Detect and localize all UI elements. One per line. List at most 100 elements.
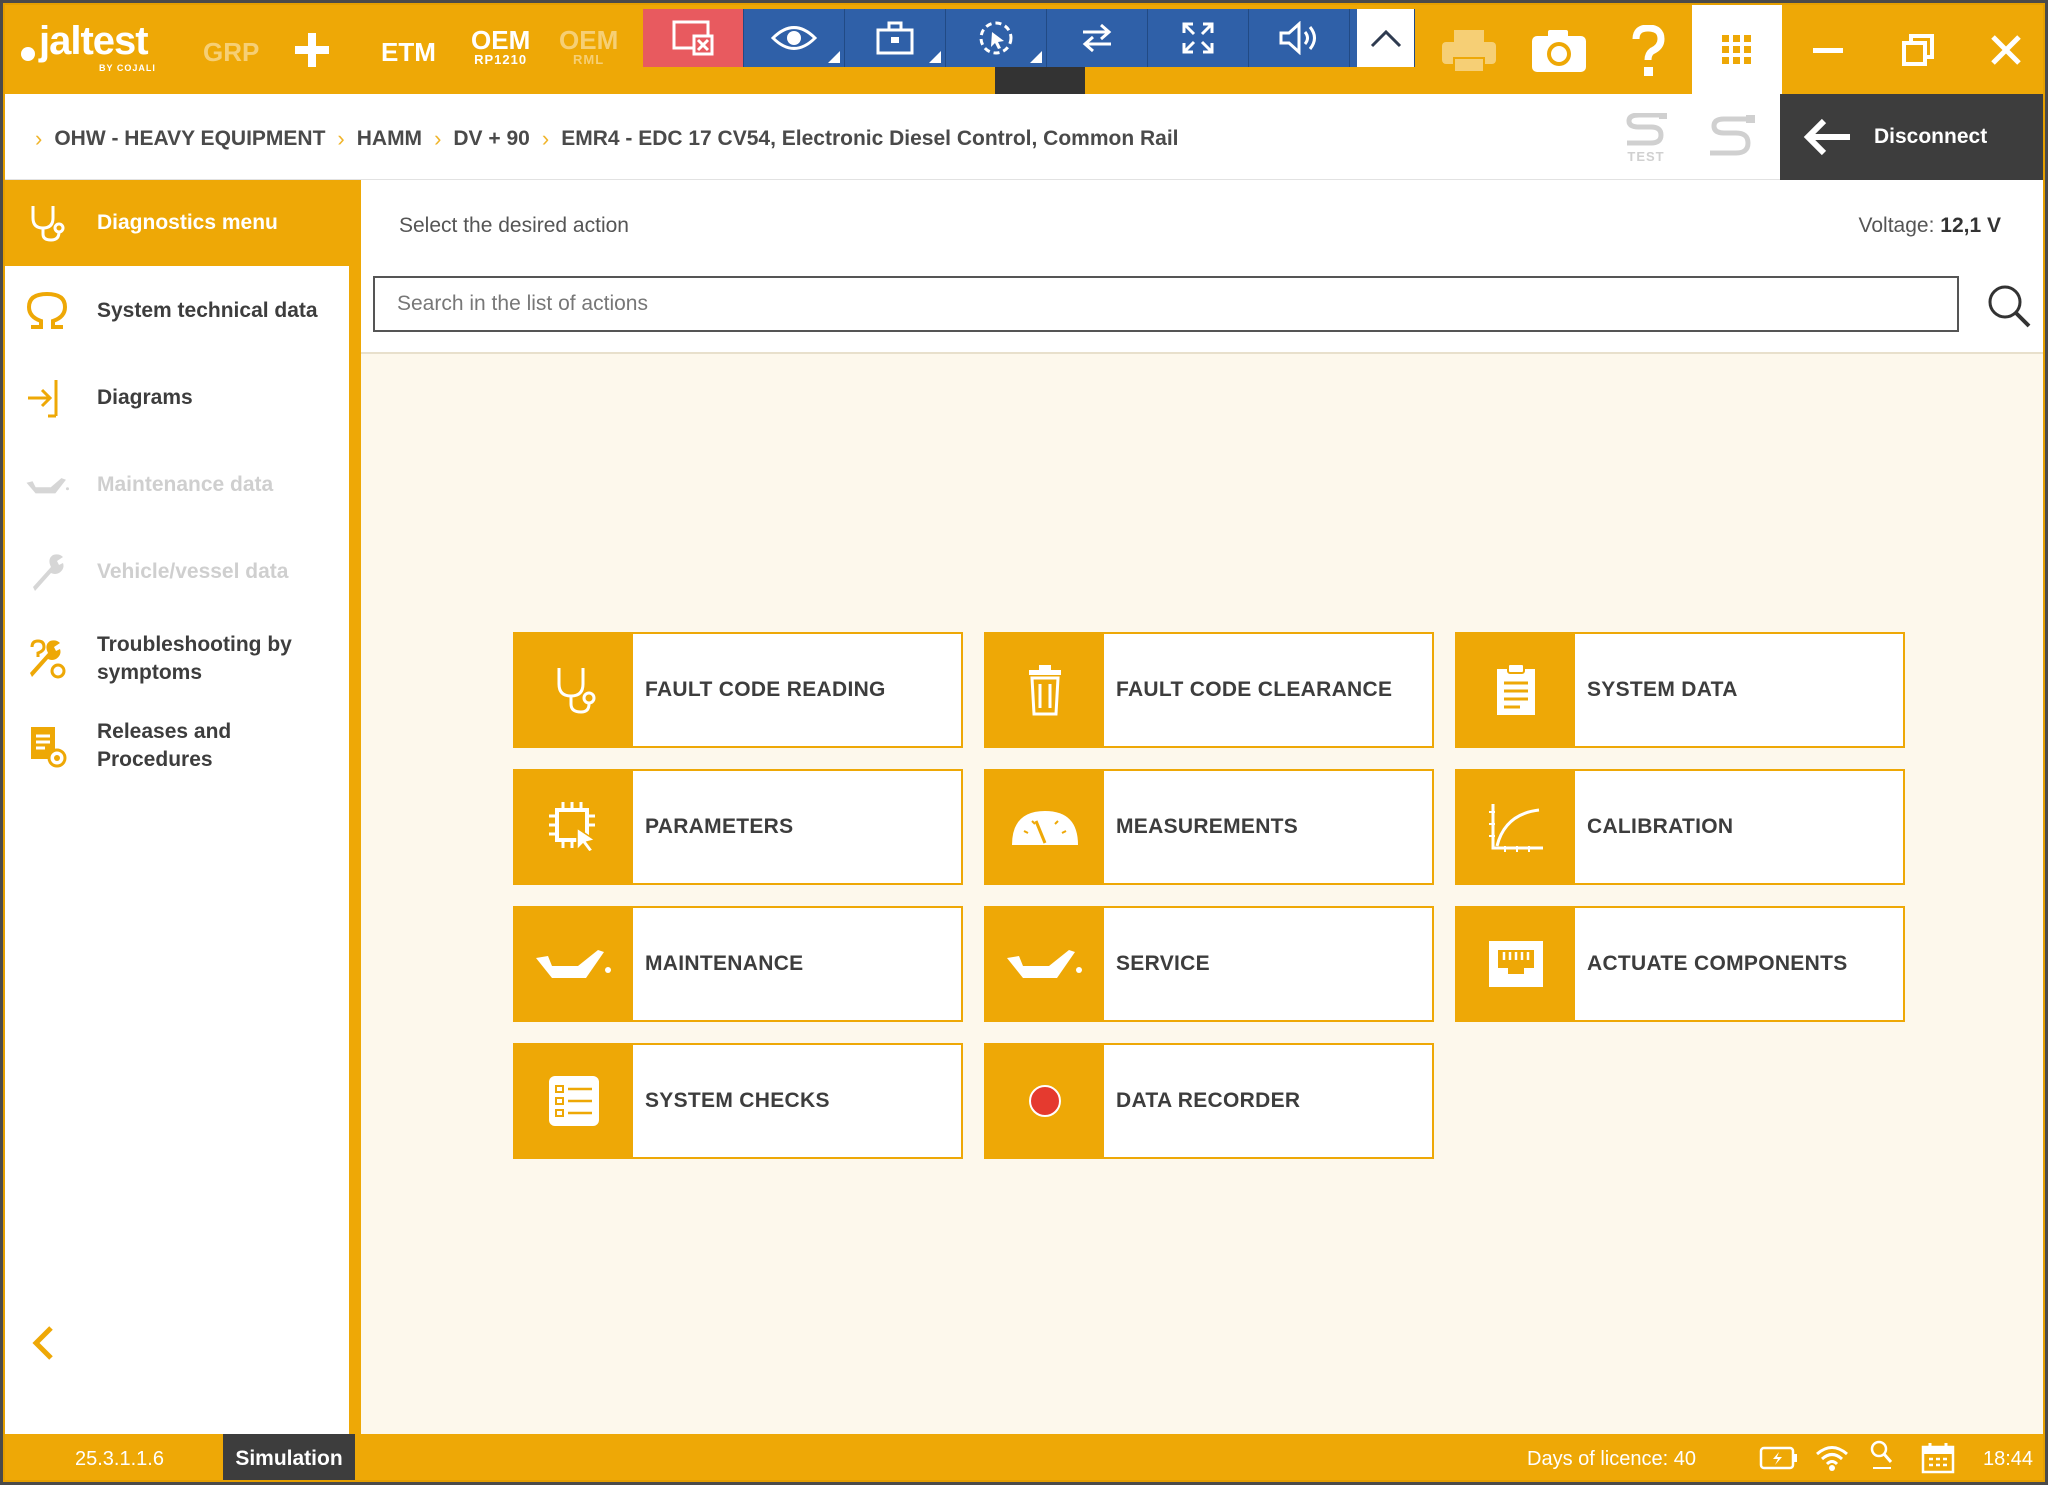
transfer-button[interactable] — [1047, 9, 1148, 67]
tile-fault-code-reading[interactable]: FAULT CODE READING — [513, 632, 963, 748]
tile-label: SYSTEM CHECKS — [645, 1089, 830, 1112]
sidebar-item-label: Diagnostics menu — [97, 210, 278, 234]
tile-system-checks[interactable]: SYSTEM CHECKS — [513, 1043, 963, 1159]
sidebar-item-label: Diagrams — [97, 385, 193, 409]
fullscreen-button[interactable] — [1148, 9, 1249, 67]
tile-measurements[interactable]: MEASUREMENTS — [984, 769, 1434, 885]
connector-port-icon — [1457, 908, 1575, 1020]
sidebar: Diagnostics menu System technical data D… — [5, 180, 361, 1434]
gauge-icon — [986, 771, 1104, 883]
breadcrumb-separator: › — [434, 126, 442, 151]
tile-label: FAULT CODE CLEARANCE — [1116, 678, 1393, 701]
sidebar-item-label: Vehicle/vessel data — [97, 559, 289, 583]
sidebar-item-label: Maintenance data — [97, 472, 274, 496]
grid-icon — [1722, 34, 1751, 64]
main-header: Select the desired action Voltage: 12,1 … — [361, 180, 2043, 268]
tile-label: FAULT CODE READING — [645, 678, 886, 701]
test-connection-button[interactable]: TEST — [1619, 112, 1673, 164]
tile-actuate-components[interactable]: ACTUATE COMPONENTS — [1455, 906, 1905, 1022]
ohm-icon — [25, 289, 69, 333]
tile-service[interactable]: SERVICE — [984, 906, 1434, 1022]
tile-maintenance[interactable]: MAINTENANCE — [513, 906, 963, 1022]
voltage-value: 12,1 V — [1940, 214, 2001, 237]
minimize-button[interactable] — [1811, 35, 1845, 65]
sidebar-item-releases-procedures[interactable]: Releases and Procedures — [5, 703, 349, 789]
oem-rp1210-sub: RP1210 — [474, 52, 528, 67]
wrench-icon — [25, 550, 69, 594]
sidebar-item-maintenance-data: Maintenance data — [5, 442, 349, 528]
status-bar: 25.3.1.1.6 Simulation Days of licence: 4… — [5, 1434, 2043, 1480]
disconnect-button[interactable]: Disconnect — [1780, 94, 2043, 180]
connector-test-icon — [1626, 112, 1667, 145]
oem-rml-button[interactable]: OEM RML — [559, 27, 618, 67]
tile-label: SERVICE — [1116, 952, 1210, 975]
view-button[interactable] — [744, 9, 845, 67]
sidebar-item-diagrams[interactable]: Diagrams — [5, 355, 349, 441]
connector-icon — [1710, 115, 1755, 156]
pointer-button[interactable] — [946, 9, 1047, 67]
etm-button[interactable]: ETM — [381, 39, 436, 65]
stethoscope-icon — [25, 201, 69, 245]
breadcrumb-item[interactable]: DV + 90 — [453, 127, 529, 151]
breadcrumb-item[interactable]: EMR4 - EDC 17 CV54, Electronic Diesel Co… — [561, 127, 1178, 151]
collapse-sidebar-button[interactable] — [31, 1325, 55, 1366]
clock: 18:44 — [1983, 1448, 2034, 1470]
close-button[interactable] — [1989, 33, 2023, 67]
troubleshoot-icon — [25, 637, 69, 681]
search-input[interactable] — [373, 276, 1959, 332]
calendar-icon[interactable] — [1921, 1442, 1955, 1479]
tile-label: MAINTENANCE — [645, 952, 804, 975]
tile-data-recorder[interactable]: DATA RECORDER — [984, 1043, 1434, 1159]
help-button[interactable] — [1627, 25, 1669, 79]
sidebar-item-system-technical-data[interactable]: System technical data — [5, 268, 349, 354]
search-button[interactable] — [1981, 278, 2037, 334]
main-panel: Select the desired action Voltage: 12,1 … — [361, 180, 2043, 1434]
grp-button[interactable]: GRP — [203, 39, 259, 65]
sidebar-item-label: System technical data — [97, 298, 318, 322]
screen-close-icon — [672, 20, 714, 56]
battery-icon — [1759, 1444, 1799, 1477]
eye-icon — [771, 26, 817, 50]
tile-label: MEASUREMENTS — [1116, 815, 1299, 838]
sidebar-item-diagnostics-menu[interactable]: Diagnostics menu — [5, 180, 349, 266]
add-icon[interactable] — [293, 31, 331, 69]
restore-button[interactable] — [1901, 33, 1935, 67]
wifi-icon — [1815, 1444, 1849, 1477]
sound-button[interactable] — [1249, 9, 1350, 67]
app-version: 25.3.1.1.6 — [75, 1448, 164, 1470]
jaltest-logo: jaltest BY COJALI — [21, 21, 155, 79]
simulation-badge[interactable]: Simulation — [223, 1434, 355, 1480]
screenshot-button[interactable] — [1529, 27, 1589, 75]
test-label: TEST — [1627, 148, 1665, 164]
diagram-icon — [25, 376, 69, 420]
pointer-click-icon — [979, 21, 1013, 55]
apps-menu-button[interactable] — [1692, 5, 1782, 94]
tile-fault-code-clearance[interactable]: FAULT CODE CLEARANCE — [984, 632, 1434, 748]
logo-byline: BY COJALI — [99, 63, 156, 73]
arrow-left-icon — [1803, 118, 1850, 156]
breadcrumb: › OHW - HEAVY EQUIPMENT › HAMM › DV + 90… — [35, 126, 1179, 152]
print-button[interactable] — [1439, 27, 1499, 75]
top-toolbar: jaltest BY COJALI GRP ETM OEM RP1210 OEM… — [5, 5, 2043, 94]
connector-button[interactable] — [1705, 114, 1759, 160]
chevron-left-icon — [32, 1326, 53, 1360]
dropdown-corner — [929, 51, 941, 63]
oem-rml-sub: RML — [573, 52, 605, 67]
breadcrumb-item[interactable]: HAMM — [357, 127, 422, 151]
camera-icon — [1532, 30, 1586, 72]
speaker-icon — [1279, 21, 1316, 55]
chevron-up-icon — [1370, 29, 1401, 48]
remote-bar-shadow — [995, 67, 1085, 94]
toolbox-button[interactable] — [845, 9, 946, 67]
tile-parameters[interactable]: PARAMETERS — [513, 769, 963, 885]
tile-system-data[interactable]: SYSTEM DATA — [1455, 632, 1905, 748]
breadcrumb-item[interactable]: OHW - HEAVY EQUIPMENT — [54, 127, 325, 151]
collapse-bar-button[interactable] — [1357, 9, 1415, 67]
oem-rp1210-button[interactable]: OEM RP1210 — [471, 27, 530, 67]
tile-calibration[interactable]: CALIBRATION — [1455, 769, 1905, 885]
minimize-icon — [1813, 48, 1843, 53]
licence-days: Days of licence: 40 — [1527, 1448, 1696, 1470]
breadcrumb-separator: › — [541, 126, 550, 151]
close-remote-button[interactable] — [643, 9, 744, 67]
sidebar-item-troubleshooting[interactable]: Troubleshooting by symptoms — [5, 616, 349, 702]
